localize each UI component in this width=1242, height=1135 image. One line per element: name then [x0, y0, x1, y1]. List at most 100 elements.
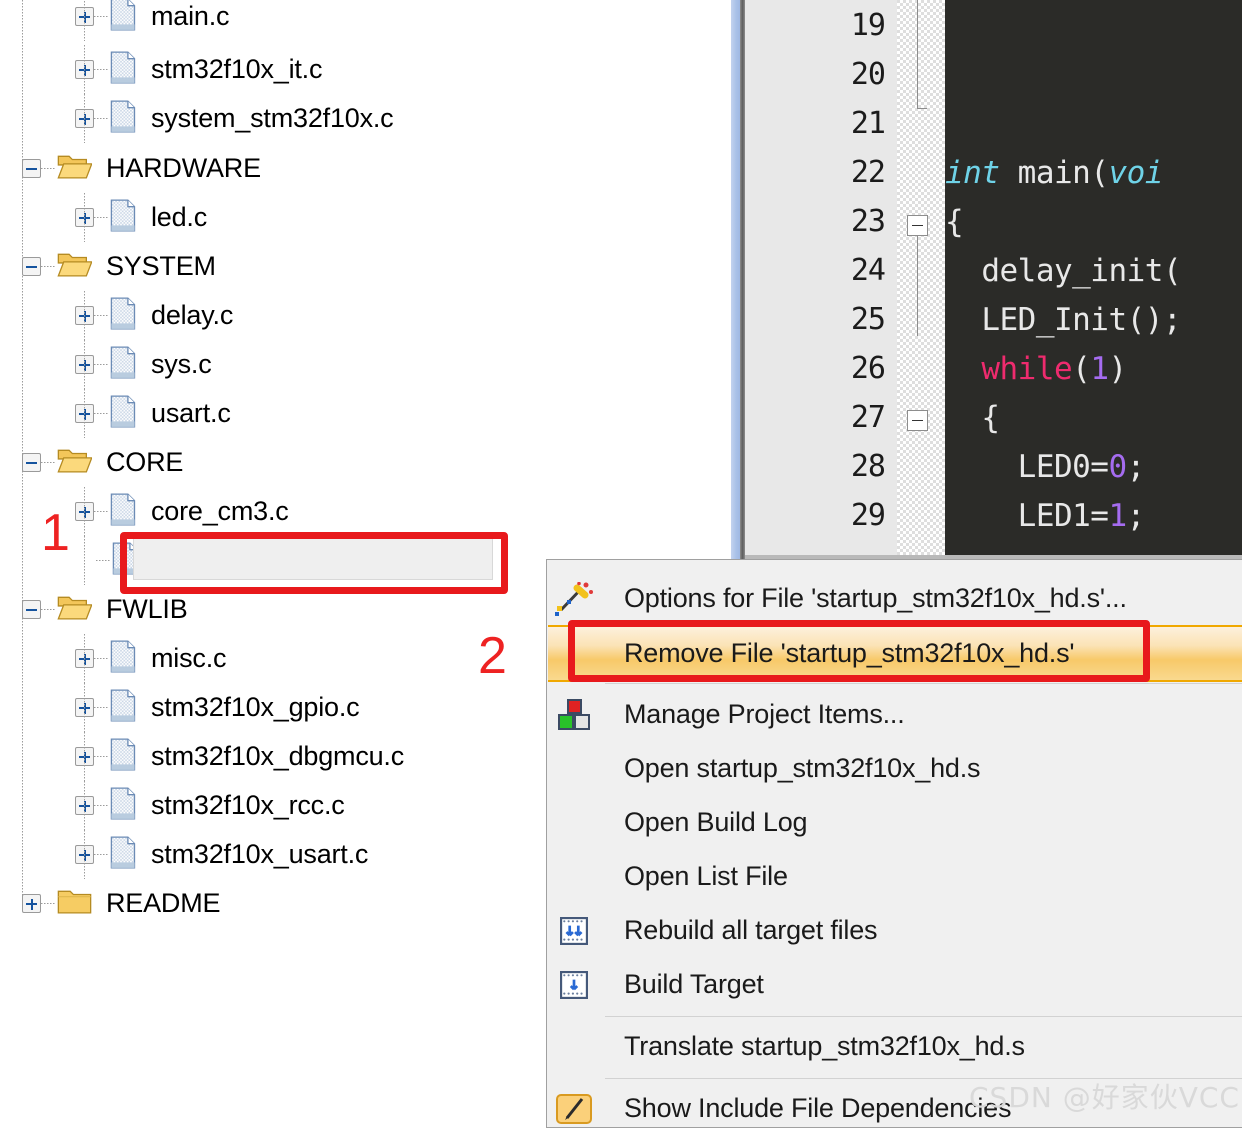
tree-connector [94, 707, 108, 708]
tree-item-label: usart.c [151, 398, 231, 428]
menu-item-manage-project-items[interactable]: Manage Project Items... [548, 688, 1242, 741]
file-document-icon [110, 50, 136, 84]
line-number: 19 [850, 8, 886, 43]
tree-item-usart-c[interactable]: usart.c [75, 389, 231, 438]
tree-item-label: sys.c [151, 349, 212, 379]
file-document-icon [110, 50, 137, 89]
collapse-icon[interactable] [22, 257, 41, 276]
code-line: LED0=0; [945, 449, 1146, 485]
tree-item-label: stm32f10x_it.c [151, 54, 323, 84]
file-document-icon [110, 198, 137, 237]
menu-item-label: Open Build Log [624, 807, 808, 837]
file-document-icon [110, 296, 137, 335]
tree-connector [41, 903, 55, 904]
file-document-icon [110, 639, 136, 673]
tree-connector [41, 462, 55, 463]
collapse-icon[interactable] [22, 600, 41, 619]
code-folding-column[interactable] [897, 0, 945, 560]
line-number-gutter: 19 20 21 22 23 24 25 26 27 28 29 [745, 0, 897, 560]
file-document-icon [110, 737, 137, 776]
tree-connector [96, 560, 110, 561]
build-all-icon [548, 916, 600, 945]
tree-item-stm32f10x-it-c[interactable]: stm32f10x_it.c [75, 45, 322, 94]
tree-item-label: core_cm3.c [151, 496, 289, 526]
tree-guide-child [84, 487, 85, 536]
tree-guide-child [84, 830, 85, 879]
file-document-icon [110, 345, 137, 384]
tree-item-label: stm32f10x_dbgmcu.c [151, 741, 405, 771]
menu-item-open-build-log[interactable]: Open Build Log [548, 796, 1242, 849]
tree-item-label: HARDWARE [106, 153, 261, 183]
folder-open-icon [57, 152, 93, 185]
file-document-icon [110, 492, 137, 531]
tree-item-label: led.c [151, 202, 208, 232]
tree-item-label: CORE [106, 447, 184, 477]
annotation-number-2: 2 [478, 627, 507, 685]
line-number: 21 [850, 106, 886, 141]
tree-connector [94, 118, 108, 119]
menu-item-label: Open startup_stm32f10x_hd.s [624, 753, 981, 783]
tree-item-system-stm32f10x-c[interactable]: system_stm32f10x.c [75, 94, 394, 143]
tree-connector [94, 315, 108, 316]
folder-open-icon [57, 253, 93, 277]
menu-item-rebuild-all-target-files[interactable]: Rebuild all target files [548, 904, 1242, 957]
tree-item-readme[interactable]: README [22, 879, 221, 928]
file-document-icon [110, 345, 136, 379]
tree-connector [94, 413, 108, 414]
tree-guide-child [84, 94, 85, 143]
menu-item-open-list-file[interactable]: Open List File [548, 850, 1242, 903]
menu-item-build-target[interactable]: Build Target [548, 958, 1242, 1011]
file-document-icon [110, 394, 136, 428]
folder-open-icon [57, 155, 93, 179]
tree-item-label: SYSTEM [106, 251, 216, 281]
fold-toggle-23[interactable] [907, 215, 928, 236]
tree-item-sys-c[interactable]: sys.c [75, 340, 212, 389]
folder-open-icon [57, 250, 93, 283]
menu-item-translate-startup-stm32f10x-hd-s[interactable]: Translate startup_stm32f10x_hd.s [548, 1020, 1242, 1073]
code-text-area[interactable]: int main(voi { delay_init( LED_Init(); wh… [945, 0, 1242, 560]
tree-item-stm32f10x-dbgmcu-c[interactable]: stm32f10x_dbgmcu.c [75, 732, 404, 781]
menu-item-label: Options for File 'startup_stm32f10x_hd.s… [624, 583, 1127, 613]
file-document-icon [110, 0, 136, 31]
tree-item-misc-c[interactable]: misc.c [75, 634, 226, 683]
tree-item-stm32f10x-usart-c[interactable]: stm32f10x_usart.c [75, 830, 368, 879]
folder-open-icon [57, 593, 93, 626]
tree-item-stm32f10x-gpio-c[interactable]: stm32f10x_gpio.c [75, 683, 360, 732]
file-document-icon [110, 737, 136, 771]
line-number: 27 [850, 400, 886, 435]
menu-item-label: Show Include File Dependencies [624, 1093, 1012, 1123]
folder-open-icon [57, 449, 93, 473]
tree-item-delay-c[interactable]: delay.c [75, 291, 233, 340]
fold-toggle-27[interactable] [907, 410, 928, 431]
tree-item-core-cm3-c[interactable]: core_cm3.c [75, 487, 289, 536]
file-document-icon [110, 786, 137, 825]
tree-item-system[interactable]: SYSTEM [22, 242, 216, 291]
code-line: { [945, 400, 1000, 436]
menu-item-open-startup-stm32f10x-hd-s[interactable]: Open startup_stm32f10x_hd.s [548, 742, 1242, 795]
line-number: 22 [850, 155, 886, 190]
tree-item-core[interactable]: CORE [22, 438, 183, 487]
collapse-icon[interactable] [22, 453, 41, 472]
watermark: CSDN @好家伙VCC [969, 1081, 1240, 1114]
tree-guide-child [84, 389, 85, 438]
tree-connector [94, 364, 108, 365]
expand-icon[interactable] [22, 894, 41, 913]
tree-item-label: stm32f10x_usart.c [151, 839, 369, 869]
tree-expander-placeholder [75, 551, 96, 570]
wand-icon [548, 581, 600, 616]
code-line: LED1=1; [945, 498, 1146, 534]
collapse-icon[interactable] [22, 159, 41, 178]
file-document-icon [110, 835, 137, 874]
tree-item-hardware[interactable]: HARDWARE [22, 144, 261, 193]
tree-item-stm32f10x-rcc-c[interactable]: stm32f10x_rcc.c [75, 781, 345, 830]
tree-item-main-c[interactable]: main.c [75, 0, 230, 41]
file-document-icon [110, 688, 136, 722]
build-icon [560, 916, 588, 945]
tree-item-led-c[interactable]: led.c [75, 193, 207, 242]
tree-connector [94, 16, 108, 17]
tree-guide-child [84, 634, 85, 683]
tree-guide-child [84, 781, 85, 830]
menu-item-options-for-file-startup-stm32f10x-hd-s[interactable]: Options for File 'startup_stm32f10x_hd.s… [548, 572, 1242, 625]
code-editor[interactable]: 19 20 21 22 23 24 25 26 27 28 29 int main(voi { del… [745, 0, 1242, 560]
line-number: 25 [850, 302, 886, 337]
